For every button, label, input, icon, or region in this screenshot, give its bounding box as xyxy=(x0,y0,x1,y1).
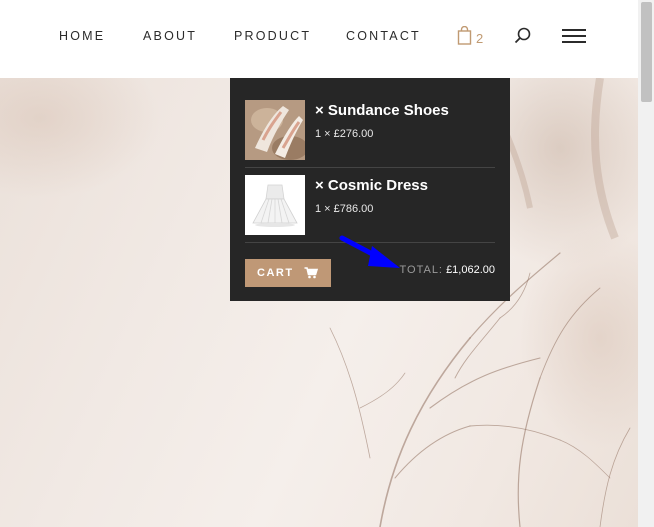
cart-button-label: CART xyxy=(257,267,294,279)
nav-about-link[interactable]: ABOUT xyxy=(143,29,197,43)
nav-product-link[interactable]: PRODUCT xyxy=(234,29,311,43)
shopping-cart-icon xyxy=(304,267,318,279)
cart-total-value: £1,062.00 xyxy=(446,264,495,276)
view-cart-button[interactable]: CART xyxy=(245,259,331,287)
header-cart[interactable]: 2 xyxy=(457,26,487,48)
cart-item-quantity-price: 1 × £276.00 xyxy=(315,128,374,140)
cart-total-label: TOTAL: xyxy=(399,264,443,276)
cart-item-cosmic-dress[interactable]: × Cosmic Dress 1 × £786.00 xyxy=(245,175,495,235)
cosmic-dress-thumbnail[interactable] xyxy=(245,175,305,235)
cart-count-badge: 2 xyxy=(476,31,484,46)
hamburger-menu-icon[interactable] xyxy=(562,29,586,43)
cart-item-divider xyxy=(245,167,495,168)
sundance-shoes-thumbnail[interactable] xyxy=(245,100,305,160)
cart-item-name[interactable]: × Sundance Shoes xyxy=(315,102,449,119)
page-scrollbar-thumb[interactable] xyxy=(641,2,652,102)
cart-total: TOTAL: £1,062.00 xyxy=(400,264,496,276)
cart-item-name[interactable]: × Cosmic Dress xyxy=(315,177,428,194)
search-icon[interactable] xyxy=(513,26,533,46)
cart-item-quantity-price: 1 × £786.00 xyxy=(315,203,374,215)
cart-item-sundance-shoes[interactable]: × Sundance Shoes 1 × £276.00 xyxy=(245,100,495,160)
nav-contact-link[interactable]: CONTACT xyxy=(346,29,421,43)
annotation-arrow-icon xyxy=(339,235,400,268)
nav-home-link[interactable]: HOME xyxy=(59,29,105,43)
shopping-bag-icon xyxy=(457,26,472,45)
site-header: HOME ABOUT PRODUCT CONTACT 2 xyxy=(0,0,638,78)
